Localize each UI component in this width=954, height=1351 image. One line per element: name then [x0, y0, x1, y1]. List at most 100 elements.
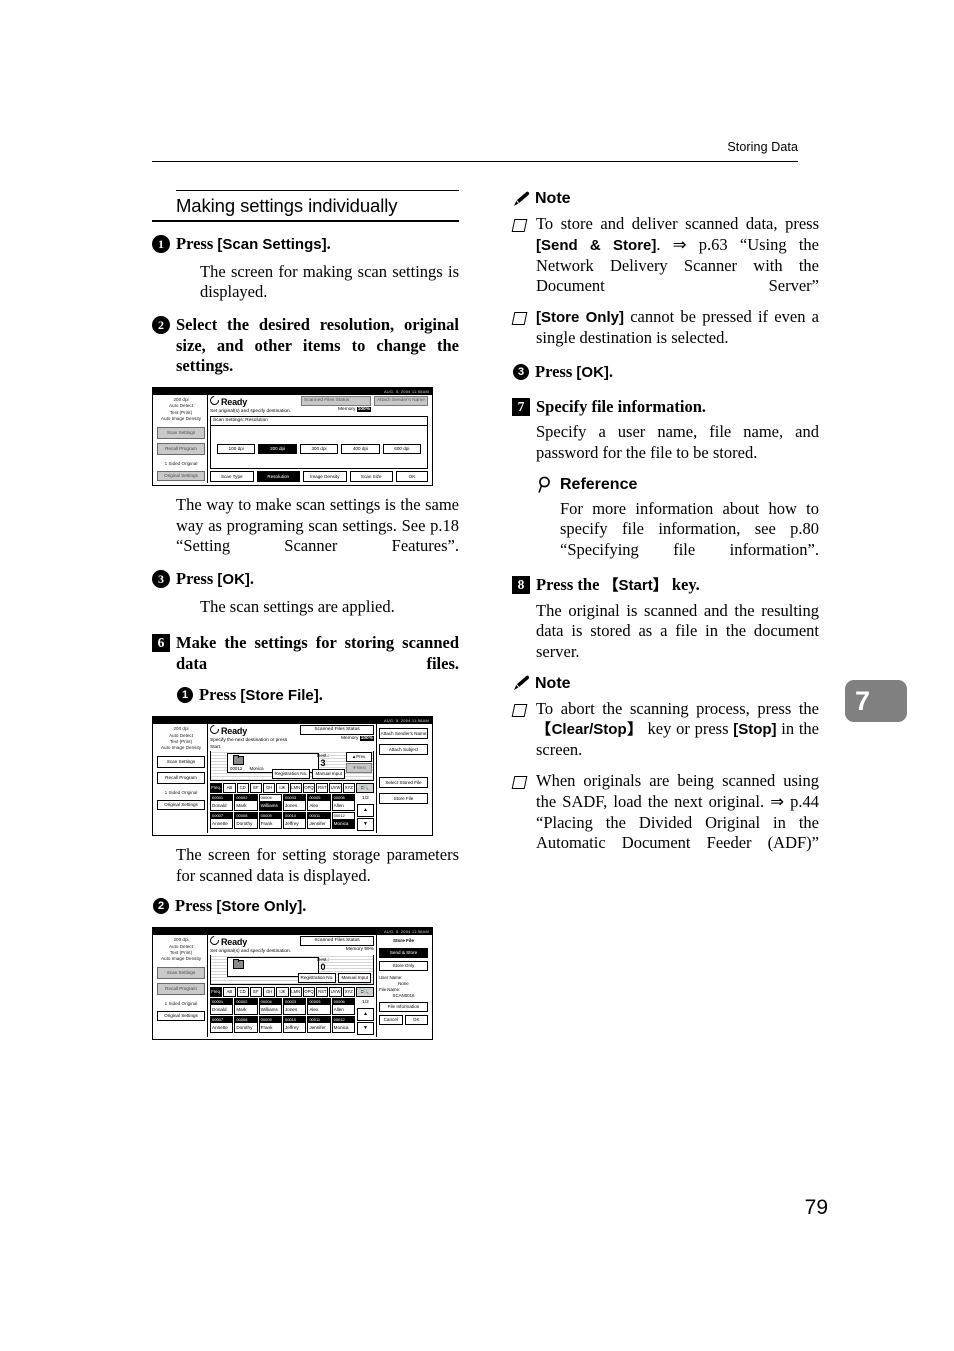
- lcd3-alpha-rst[interactable]: RST: [316, 987, 329, 998]
- lcd2-scroll-down-button[interactable]: ▼: [357, 818, 374, 832]
- lcd1-original-settings-button[interactable]: Original Settings: [157, 470, 205, 481]
- step-6-sub-1: 1 Press [Store File].: [176, 685, 459, 706]
- lcd3-name-cell-12[interactable]: 00012 Monica: [331, 1016, 355, 1034]
- lcd2-prevnext: ▲Prev. ▼Next: [346, 752, 372, 774]
- lcd2-name-cell-10[interactable]: 00010 Jeffrey: [282, 812, 307, 830]
- lcd2-alpha-freq[interactable]: Freq.: [210, 783, 223, 794]
- lcd3-alpha-uvw[interactable]: UVW: [329, 987, 342, 998]
- lcd3-alpha-xyz[interactable]: XYZ: [342, 987, 355, 998]
- lcd3-name-cell-7[interactable]: 00007 Annette: [210, 1016, 234, 1034]
- lcd3-send-and-store-button[interactable]: Send & Store: [379, 948, 428, 959]
- lcd3-alpha-ab[interactable]: AB: [223, 987, 236, 998]
- lcd3-store-only-button[interactable]: Store Only: [379, 961, 428, 972]
- lcd3-scroll-up-button[interactable]: ▲: [357, 1008, 374, 1022]
- lcd3-name-cell-8[interactable]: 00008 Dorothy: [234, 1016, 258, 1034]
- sub2-pre: Press: [175, 896, 217, 916]
- lcd2-name-cell-2[interactable]: 00002 Mark: [234, 794, 258, 812]
- lcd3-registration-no-button[interactable]: Registration No.: [297, 973, 337, 984]
- lcd3-manual-input-button[interactable]: Manual Input: [338, 973, 371, 984]
- lcd3-ok-button[interactable]: OK: [404, 1015, 428, 1026]
- lcd2-next-button[interactable]: ▼Next: [346, 763, 372, 774]
- lcd2-attach-sender-button[interactable]: Attach Sender's Name: [379, 728, 428, 740]
- lcd3-name-cell-5[interactable]: 00005 Alex: [307, 998, 331, 1016]
- lcd2-alpha-cd[interactable]: CD: [236, 783, 249, 794]
- lcd2-name-cell-9[interactable]: 00009 Frank: [258, 812, 282, 830]
- lcd1-res-600[interactable]: 600 dpi: [382, 443, 422, 454]
- lcd2-attach-subject-button[interactable]: Attach Subject: [379, 744, 428, 756]
- note-2-item-2: When originals are being scanned using t…: [511, 771, 819, 854]
- lcd3-name-cell-9[interactable]: 00009 Frank: [258, 1016, 282, 1034]
- lcd2-name-cell-4[interactable]: 00003 Jones: [282, 794, 307, 812]
- lcd1-res-100[interactable]: 100 dpi: [217, 443, 256, 454]
- lcd2-registration-no-button[interactable]: Registration No.: [271, 769, 311, 780]
- lcd1-scan-settings-button[interactable]: Scan Settings: [157, 426, 205, 439]
- lcd2-alpha-uvw[interactable]: UVW: [329, 783, 342, 794]
- lcd2-name-cell-6[interactable]: 00006 Allen: [331, 794, 355, 812]
- lcd1-tab-scan-type[interactable]: Scan Type: [210, 470, 254, 482]
- lcd3-name-cell-10[interactable]: 00010 Jeffrey: [282, 1016, 307, 1034]
- lcd1-attach-sender-button[interactable]: Attach Sender's Name: [374, 395, 428, 406]
- lcd2-alpha-ijk[interactable]: IJK: [276, 783, 289, 794]
- lcd3-alpha-cd[interactable]: CD: [236, 987, 249, 998]
- lcd2-alpha-rst[interactable]: RST: [316, 783, 329, 794]
- lcd3-alpha-ef[interactable]: EF: [249, 987, 263, 998]
- lcd3-subline: Set original(s) and specify destination.: [210, 949, 292, 955]
- lcd3-original-settings-button[interactable]: Original Settings: [157, 1011, 205, 1022]
- lcd2-name-row-2: 00007 Annette 00008 Dorothy 00009 Frank 000…: [210, 812, 355, 830]
- lcd2-alpha-lmn[interactable]: LMN: [289, 783, 302, 794]
- lcd3-alpha-opq[interactable]: OPQ: [302, 987, 316, 998]
- lcd2-original-settings-button[interactable]: Original Settings: [157, 800, 205, 811]
- lcd2-name-cell-8[interactable]: 00008 Dorothy: [234, 812, 258, 830]
- step-8-body: The original is scanned and the resultin…: [536, 600, 819, 661]
- lcd3-name-cell-4[interactable]: 00003 Jones: [282, 998, 307, 1016]
- lcd2-name-cell-12[interactable]: 00012 Monica: [331, 812, 355, 830]
- lcd3-alpha-ijk[interactable]: IJK: [276, 987, 289, 998]
- lcd1-ok-button[interactable]: OK: [396, 470, 428, 482]
- lcd2-scan-settings-button[interactable]: Scan Settings: [157, 755, 205, 768]
- lcd1-tab-scan-size[interactable]: Scan Size: [349, 470, 393, 482]
- lcd3-scroll-down-button[interactable]: ▼: [357, 1022, 374, 1036]
- lcd2-name-cell-11[interactable]: 00011 Jennifer: [307, 812, 331, 830]
- lcd2-recall-program-button[interactable]: Recall Program: [157, 771, 205, 784]
- lcd2-select-stored-file-button[interactable]: Select Stored File: [379, 777, 428, 789]
- lcd2-prev-button[interactable]: ▲Prev.: [346, 752, 372, 763]
- lcd1-res-400[interactable]: 400 dpi: [341, 443, 380, 454]
- lcd3-file-information-button[interactable]: File Information: [379, 1002, 428, 1013]
- lcd2-scroll-up-button[interactable]: ▲: [357, 804, 374, 818]
- lcd2-name-cell-7[interactable]: 00007 Annette: [210, 812, 234, 830]
- lcd3-name-cell-6[interactable]: 00006 Allen: [331, 998, 355, 1016]
- lcd3-recall-program-button[interactable]: Recall Program: [157, 982, 205, 995]
- lcd3-name-cell-1[interactable]: 00001 Donald: [210, 998, 234, 1016]
- lcd1-recall-program-button[interactable]: Recall Program: [157, 442, 205, 455]
- lcd2-name-cell-5[interactable]: 00005 Alex: [307, 794, 331, 812]
- lcd1-tab-image-density[interactable]: Image Density: [303, 470, 347, 482]
- search-icon[interactable]: ⎕🔍: [355, 783, 374, 794]
- lcd3-name-cell-11[interactable]: 00011 Jennifer: [307, 1016, 331, 1034]
- lcd1-scanned-files-status-button[interactable]: Scanned Files Status: [301, 395, 371, 406]
- lcd2-store-file-button[interactable]: Store File: [379, 793, 428, 805]
- lcd2-name-cell-1[interactable]: 00001 Donald: [210, 794, 234, 812]
- lcd2-name-cell-3[interactable]: 00004 Williams: [258, 794, 282, 812]
- lcd2-alpha-xyz[interactable]: XYZ: [342, 783, 355, 794]
- lcd3-name-cell-2[interactable]: 00002 Mark: [234, 998, 258, 1016]
- search-icon[interactable]: ⎕🔍: [355, 987, 374, 998]
- lcd2-scanned-files-status-button[interactable]: Scanned Files Status: [300, 725, 374, 736]
- lcd1-tab-resolution[interactable]: Resolution: [256, 470, 300, 482]
- lcd2-alpha-ef[interactable]: EF: [249, 783, 263, 794]
- lcd2-alpha-opq[interactable]: OPQ: [302, 783, 316, 794]
- lcd3-scanned-files-status-button[interactable]: Scanned Files Status: [300, 936, 374, 947]
- lcd3-alpha-gh[interactable]: GH: [263, 987, 276, 998]
- lcd1-res-200[interactable]: 200 dpi: [258, 443, 297, 454]
- step-2-body: The way to make scan settings is the sam…: [176, 494, 459, 556]
- lcd1-memory-label: Memory: [338, 406, 356, 412]
- lcd1-res-300[interactable]: 300 dpi: [299, 443, 339, 454]
- lcd3-name-cell-3[interactable]: 00004 Williams: [258, 998, 282, 1016]
- lcd3-scan-settings-button[interactable]: Scan Settings: [157, 966, 205, 979]
- lcd2-manual-input-button[interactable]: Manual Input: [312, 769, 345, 780]
- lcd3-cancel-button[interactable]: Cancel: [379, 1015, 403, 1026]
- lcd2-alpha-ab[interactable]: AB: [223, 783, 236, 794]
- lcd3-alpha-freq[interactable]: Freq.: [210, 987, 223, 998]
- lcd2-alpha-gh[interactable]: GH: [263, 783, 276, 794]
- step-1-title-post: .: [326, 234, 331, 253]
- lcd3-alpha-lmn[interactable]: LMN: [289, 987, 302, 998]
